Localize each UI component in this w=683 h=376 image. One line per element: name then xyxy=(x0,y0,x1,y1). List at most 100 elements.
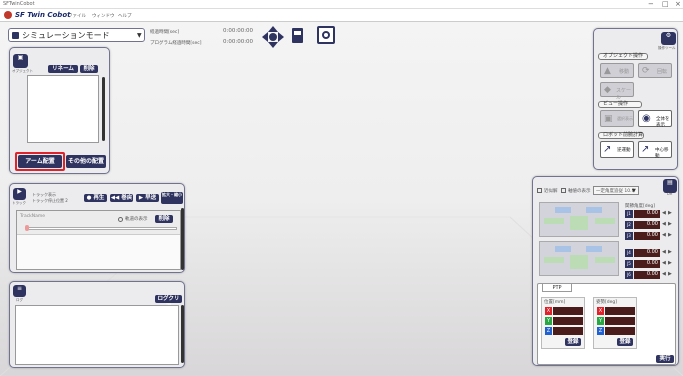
axis-label: X xyxy=(545,307,552,315)
log-area[interactable] xyxy=(15,305,179,365)
joint-decrement-icon[interactable]: ◀ xyxy=(662,271,666,277)
track-slider-handle[interactable] xyxy=(25,225,29,231)
auto-label: 軸値の表示 xyxy=(568,189,591,194)
ops-tab-label: 操作ツール xyxy=(658,46,676,50)
scale-button[interactable]: ◆ スケール xyxy=(600,82,634,101)
show-track-radio[interactable] xyxy=(118,217,123,222)
arm-placement-button[interactable]: アーム配置 xyxy=(18,155,62,168)
rewind-button[interactable]: ◀◀ 巻戻 xyxy=(110,194,133,202)
joint-decrement-icon[interactable]: ◀ xyxy=(662,249,666,255)
arm-block xyxy=(570,216,588,230)
rotation-row: Y xyxy=(597,317,635,325)
close-button[interactable]: × xyxy=(675,0,681,8)
other-placement-button[interactable]: その他の配置 xyxy=(66,155,106,168)
joint-decrement-icon[interactable]: ◀ xyxy=(662,232,666,238)
log-tab-icon[interactable]: ≡ xyxy=(13,285,26,297)
position-register-button[interactable]: 登録 xyxy=(565,338,581,346)
mode-label: シミュレーションモード xyxy=(22,31,110,40)
fast-forward-button[interactable]: ▶ 早送 xyxy=(136,194,159,202)
joint-tab-icon[interactable]: ▤ xyxy=(663,179,677,193)
menu-help[interactable]: ヘルプ xyxy=(118,13,132,19)
axis-value-field[interactable] xyxy=(553,317,583,325)
axis-value-field[interactable] xyxy=(605,327,635,335)
view-ops-header: ビュー操作 xyxy=(598,101,642,108)
track-tab-icon[interactable]: ▶ xyxy=(13,188,26,200)
joint-value[interactable]: 0.00 xyxy=(634,271,660,279)
joint-value[interactable]: 0.00 xyxy=(634,221,660,229)
joint-value[interactable]: 0.00 xyxy=(634,232,660,240)
rotation-group: 姿勢[deg] XYZ 登録 xyxy=(593,297,637,349)
robot-ops-header: ロボット前腕計算 xyxy=(598,132,644,139)
log-clear-button[interactable]: ログクリア xyxy=(155,295,182,310)
zoom-fit-icon[interactable] xyxy=(317,26,335,44)
select-view-button[interactable]: ▣ 選択表示 xyxy=(600,110,634,127)
rewind-icon: ◀◀ xyxy=(110,195,120,201)
joint-increment-icon[interactable]: ▶ xyxy=(668,210,672,216)
position-label: 位置[mm] xyxy=(544,300,566,305)
minimize-button[interactable]: − xyxy=(648,0,654,8)
arm-block xyxy=(595,218,615,224)
window-title: SFTwinCobot xyxy=(3,1,35,7)
app-logo-icon xyxy=(4,11,12,19)
approx-checkbox[interactable] xyxy=(537,188,542,193)
maximize-button[interactable]: □ xyxy=(662,0,669,8)
axis-label: Z xyxy=(545,327,552,335)
zoom-button[interactable]: 拡大・縮小 xyxy=(161,192,183,204)
rotate-icon: ⟳ xyxy=(642,66,650,76)
axis-value-field[interactable] xyxy=(605,307,635,315)
joint-increment-icon[interactable]: ▶ xyxy=(668,260,672,266)
delete-button[interactable]: 削除 xyxy=(80,65,98,73)
arm-block xyxy=(555,246,571,252)
save-icon[interactable] xyxy=(292,28,303,43)
track-slider[interactable] xyxy=(27,227,177,230)
track-panel: ▶ トラック トラック表示 トラック停止位置 2 ● 再生 ◀◀ 巻戻 ▶ 早送… xyxy=(9,183,185,273)
rotation-register-button[interactable]: 登録 xyxy=(617,338,633,346)
track-name: TrackName xyxy=(20,214,46,219)
fit-all-button[interactable]: ◉ 全体を表示 xyxy=(638,110,672,128)
follow-select[interactable]: 一定角度追従 10.0 ▼ xyxy=(593,186,639,195)
joint-value[interactable]: 0.00 xyxy=(634,249,660,257)
menu-file[interactable]: ファイル xyxy=(68,13,86,19)
joint-increment-icon[interactable]: ▶ xyxy=(668,271,672,277)
track-delete-button[interactable]: 削除 xyxy=(155,215,173,223)
play-button[interactable]: ● 再生 xyxy=(84,194,107,202)
rotate-button[interactable]: ⟳ 回転 xyxy=(638,63,672,78)
menu-window[interactable]: ウィンドウ xyxy=(92,13,115,19)
ptp-tab[interactable]: PTP xyxy=(542,283,572,292)
track-list[interactable]: TrackName 軌道の表示 削除 xyxy=(16,210,181,270)
joint-decrement-icon[interactable]: ◀ xyxy=(662,221,666,227)
joint-decrement-icon[interactable]: ◀ xyxy=(662,210,666,216)
position-row: Y xyxy=(545,317,583,325)
joint-increment-icon[interactable]: ▶ xyxy=(668,249,672,255)
axis-value-field[interactable] xyxy=(553,307,583,315)
select-view-icon: ▣ xyxy=(604,114,613,124)
track-tab-label: トラック xyxy=(12,201,26,205)
rename-button[interactable]: リネーム xyxy=(48,65,78,73)
joint-row: J3 0.00 ◀ ▶ xyxy=(625,232,675,240)
position-group: 位置[mm] XYZ 登録 xyxy=(541,297,585,349)
axis-value-field[interactable] xyxy=(605,317,635,325)
mode-dropdown[interactable]: シミュレーションモード ▼ xyxy=(8,28,145,42)
joint-increment-icon[interactable]: ▶ xyxy=(668,221,672,227)
execute-button[interactable]: 実行 xyxy=(656,355,674,363)
joint-value[interactable]: 0.00 xyxy=(634,260,660,268)
joint-increment-icon[interactable]: ▶ xyxy=(668,232,672,238)
move-button[interactable]: ▲ 移動 xyxy=(600,63,634,78)
ops-tab-icon[interactable]: ⚙ xyxy=(661,32,676,45)
object-ops-header: オブジェクト操作 xyxy=(598,53,648,60)
log-scrollbar[interactable] xyxy=(181,305,184,363)
object-list[interactable] xyxy=(27,75,99,143)
joint-value[interactable]: 0.00 xyxy=(634,210,660,218)
track-row[interactable]: TrackName 軌道の表示 削除 xyxy=(17,211,180,235)
track-scrollbar[interactable] xyxy=(181,208,184,270)
joint-decrement-icon[interactable]: ◀ xyxy=(662,260,666,266)
center-move-button[interactable]: ↗ 中心移動 xyxy=(638,141,672,159)
ik-button[interactable]: ↗ 逆運動 xyxy=(600,141,634,158)
object-tab-icon[interactable]: ▣ xyxy=(13,54,28,68)
auto-checkbox[interactable] xyxy=(561,188,566,193)
chevron-down-icon: ▼ xyxy=(632,188,636,194)
arm-block xyxy=(586,207,602,213)
object-list-scrollbar[interactable] xyxy=(102,77,105,141)
move-arrows-icon[interactable] xyxy=(262,26,284,48)
axis-value-field[interactable] xyxy=(553,327,583,335)
